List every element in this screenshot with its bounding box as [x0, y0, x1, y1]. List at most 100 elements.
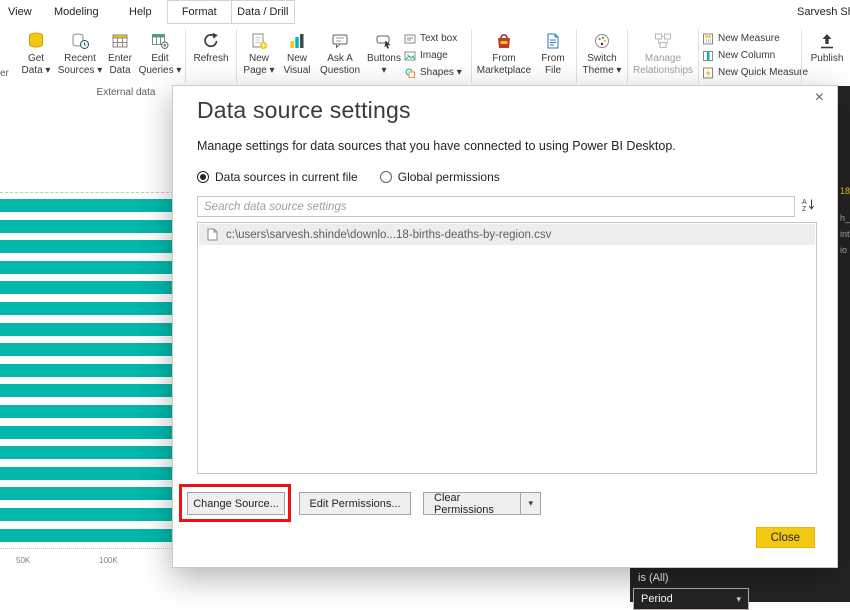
- edit-queries-icon: [150, 30, 170, 52]
- button-label: From: [541, 53, 564, 64]
- button-label: Refresh: [193, 53, 228, 64]
- close-button[interactable]: Close: [756, 527, 815, 548]
- button-label: Page ▾: [243, 65, 274, 76]
- new-quick-measure-button[interactable]: New Quick Measure: [702, 65, 798, 80]
- button-label: Theme ▾: [583, 65, 622, 76]
- x-axis-tick: 100K: [99, 556, 118, 565]
- new-measure-button[interactable]: New Measure: [702, 31, 798, 46]
- recent-sources-button[interactable]: Recent Sources ▾: [58, 27, 102, 76]
- sort-az-icon[interactable]: AZ: [801, 197, 816, 212]
- group-label-external-data: External data: [78, 87, 174, 98]
- period-dropdown[interactable]: Period ▾: [633, 588, 749, 610]
- enter-data-button[interactable]: Enter Data: [102, 27, 138, 76]
- refresh-button[interactable]: Refresh: [189, 27, 233, 64]
- publish-button[interactable]: Publish: [805, 27, 849, 64]
- clear-permissions-label: Clear Permissions: [424, 492, 520, 516]
- change-source-button[interactable]: Change Source...: [187, 492, 285, 515]
- tab-data-drill[interactable]: Data / Drill: [232, 1, 295, 23]
- from-file-button[interactable]: From File: [533, 27, 573, 76]
- period-dropdown-label: Period: [641, 593, 673, 605]
- buttons-button[interactable]: Buttons ▾: [364, 27, 404, 76]
- button-label: Text box: [420, 33, 457, 44]
- calculations-small-group: New Measure New Column New Quick Measure: [702, 27, 798, 80]
- buttons-icon: [374, 30, 394, 52]
- button-label: Image: [420, 50, 448, 61]
- button-label: New Measure: [718, 33, 780, 44]
- clear-permissions-button[interactable]: Clear Permissions ▾: [423, 492, 541, 515]
- theme-palette-icon: [592, 30, 612, 52]
- file-import-icon: [543, 30, 563, 52]
- new-column-button[interactable]: New Column: [702, 48, 798, 63]
- radio-global-permissions[interactable]: Global permissions: [380, 170, 500, 184]
- chevron-down-icon[interactable]: ▾: [520, 493, 540, 514]
- recent-sources-icon: [70, 30, 90, 52]
- radio-label: Global permissions: [398, 170, 500, 184]
- insert-small-group: Text box Image Shapes ▾: [404, 27, 468, 80]
- clipped-text-fragment: er: [0, 68, 9, 79]
- radio-unselected-icon: [380, 171, 392, 183]
- switch-theme-button[interactable]: Switch Theme ▾: [580, 27, 624, 76]
- edit-permissions-button[interactable]: Edit Permissions...: [299, 492, 411, 515]
- account-name[interactable]: Sarvesh Sh: [797, 6, 850, 18]
- button-label: Switch: [587, 53, 616, 64]
- enter-data-icon: [110, 30, 130, 52]
- quick-measure-icon: [702, 67, 714, 79]
- group-separator: [236, 29, 237, 83]
- button-label: New: [249, 53, 269, 64]
- contextual-tabs: Format Data / Drill: [167, 0, 295, 24]
- group-separator: [185, 29, 186, 83]
- edit-queries-button[interactable]: Edit Queries ▾: [138, 27, 182, 76]
- menu-help[interactable]: Help: [129, 6, 152, 18]
- group-separator: [698, 29, 699, 83]
- button-label: Manage: [645, 53, 681, 64]
- data-source-list-item[interactable]: c:\users\sarvesh.shinde\downlo...18-birt…: [199, 224, 815, 245]
- dialog-description: Manage settings for data sources that yo…: [197, 139, 676, 153]
- group-separator: [576, 29, 577, 83]
- new-visual-button[interactable]: New Visual: [278, 27, 316, 76]
- speech-bubble-icon: [330, 30, 350, 52]
- search-input[interactable]: [197, 196, 795, 217]
- ribbon: Get Data ▾ Recent Sources ▾ Enter Data E…: [0, 25, 850, 86]
- filter-value-text: is (All): [638, 572, 669, 584]
- button-label: Buttons: [367, 53, 401, 64]
- data-source-list: c:\users\sarvesh.shinde\downlo...18-birt…: [197, 222, 817, 474]
- menu-view[interactable]: View: [8, 6, 32, 18]
- button-label: Get: [28, 53, 44, 64]
- button-label: Publish: [811, 53, 844, 64]
- svg-text:A: A: [802, 199, 807, 206]
- close-icon[interactable]: ×: [815, 89, 824, 107]
- ask-a-question-button[interactable]: Ask A Question: [316, 27, 364, 76]
- button-label: Queries ▾: [139, 65, 182, 76]
- button-label: Marketplace: [477, 65, 531, 76]
- text-box-icon: [404, 33, 416, 45]
- button-label: File: [545, 65, 561, 76]
- data-source-path: c:\users\sarvesh.shinde\downlo...18-birt…: [226, 229, 551, 241]
- button-label: Edit: [151, 53, 168, 64]
- pane-text-fragment: 18: [840, 186, 850, 196]
- x-axis-tick: 50K: [16, 556, 30, 565]
- refresh-icon: [201, 30, 221, 52]
- scope-radio-group: Data sources in current file Global perm…: [197, 170, 500, 184]
- menu-bar: View Modeling Help Format Data / Drill S…: [0, 0, 850, 25]
- menu-modeling[interactable]: Modeling: [54, 6, 99, 18]
- text-box-button[interactable]: Text box: [404, 31, 468, 46]
- pane-text-fragment: h_: [840, 213, 850, 223]
- pane-text-fragment: io: [840, 245, 847, 255]
- radio-selected-icon: [197, 171, 209, 183]
- button-label: Data: [109, 65, 130, 76]
- group-separator: [801, 29, 802, 83]
- data-source-settings-dialog: × Data source settings Manage settings f…: [172, 85, 838, 568]
- svg-text:Z: Z: [802, 206, 807, 212]
- new-page-button[interactable]: New Page ▾: [240, 27, 278, 76]
- image-button[interactable]: Image: [404, 48, 468, 63]
- from-marketplace-button[interactable]: From Marketplace: [475, 27, 533, 76]
- calculator-icon: [702, 33, 714, 45]
- button-label: Visual: [283, 65, 310, 76]
- relationships-icon: [653, 30, 673, 52]
- shapes-button[interactable]: Shapes ▾: [404, 65, 468, 80]
- get-data-button[interactable]: Get Data ▾: [14, 27, 58, 76]
- button-label: Ask A: [327, 53, 353, 64]
- radio-data-sources-in-current-file[interactable]: Data sources in current file: [197, 170, 358, 184]
- tab-format[interactable]: Format: [168, 1, 232, 23]
- manage-relationships-button: Manage Relationships: [631, 27, 695, 76]
